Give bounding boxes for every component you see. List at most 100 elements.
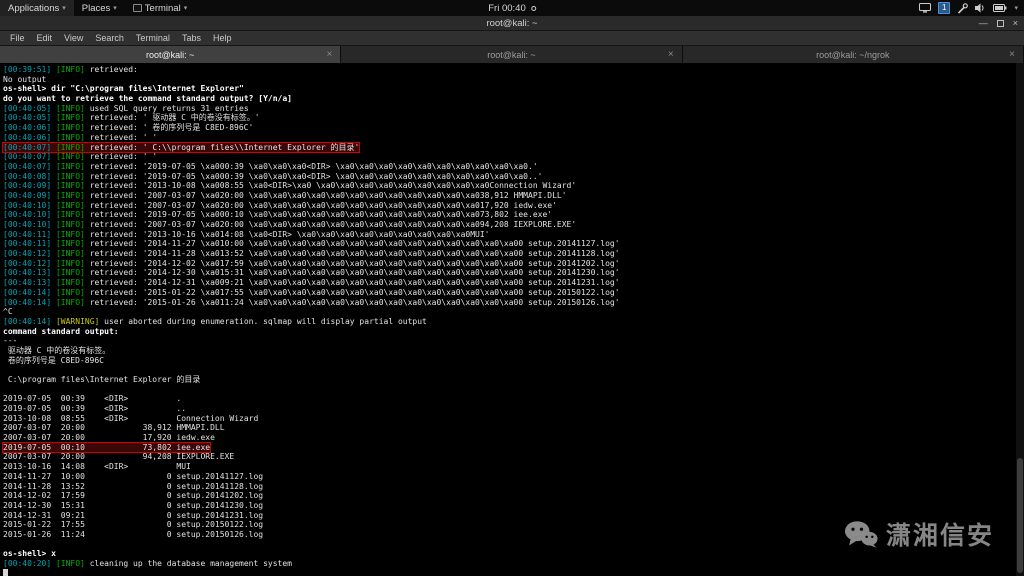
topbar-menu-label: Places [81,2,111,14]
menu-search[interactable]: Search [89,31,130,45]
terminal-tab-1[interactable]: root@kali: ~ × [0,46,342,63]
terminal-line: [00:40:20] [INFO] cleaning up the databa… [3,559,292,569]
terminal-line: 卷的序列号是 C8ED-896C [3,355,104,365]
terminal-line: [00:39:51] [INFO] retrieved: [3,65,138,74]
terminal-cursor [3,568,8,576]
watermark: 潇湘信安 [844,519,994,552]
maximize-button[interactable] [996,19,1004,27]
terminal-line: [00:40:14] [WARNING] user aborted during… [3,316,427,326]
tab-label: root@kali: ~/ngrok [816,49,890,60]
desktop: { "topbar": { "menus": ["Applications", … [0,0,1024,576]
terminal-line: [00:40:10] [INFO] retrieved: '2007-03-07… [3,220,577,229]
terminal-line: [00:40:09] [INFO] retrieved: '2013-10-08… [3,181,577,191]
tab-label: root@kali: ~ [145,49,195,60]
terminal-line: [00:40:14] [INFO] retrieved: '2015-01-26… [3,297,620,307]
terminal-line: 2014-12-02 17:59 0 setup.20141202.log [3,491,264,501]
terminal-line: [00:40:08] [INFO] retrieved: '2019-07-05… [3,171,543,181]
topbar-menu-places[interactable]: Places ▾ [74,0,125,16]
terminal-line: [00:40:12] [INFO] retrieved: '2014-12-02… [3,258,620,268]
scrollbar-thumb[interactable] [1017,458,1023,573]
menu-bar: File Edit View Search Terminal Tabs Help [0,31,1024,46]
window-controls: — × [979,16,1018,30]
terminal-line: [00:40:06] [INFO] retrieved: ' ' [3,132,158,142]
menu-view[interactable]: View [58,31,89,45]
system-tray[interactable]: 1 ▾ [919,0,1024,16]
topbar-menu-label: Terminal [144,2,181,14]
terminal-icon [132,4,142,12]
terminal-line: [00:40:12] [INFO] retrieved: '2014-11-28… [3,249,620,259]
terminal-line: command standard output: [3,326,119,336]
display-icon [919,3,932,13]
terminal-line: 2013-10-08 08:55 <DIR> Connection Wizard [3,413,259,423]
tab-bar: root@kali: ~ × root@kali: ~ × root@kali: ~/n… [0,46,1024,63]
terminal-line: [00:40:11] [INFO] retrieved: '2014-11-27… [3,239,620,249]
terminal-line: 2019-07-05 00:39 <DIR> .. [3,404,187,414]
chevron-down-icon: ▾ [113,5,117,12]
menu-terminal[interactable]: Terminal [130,31,176,45]
window-title: root@kali: ~ [486,17,538,29]
clock-label: Fri 00:40 [488,2,526,14]
window-titlebar[interactable]: root@kali: ~ — × [0,16,1024,31]
highlight-annotation: 2019-07-05 00:10 73,802 iee.exe [1,441,212,454]
terminal-line: ^C [3,307,13,317]
terminal-line: 2007-03-07 20:00 17,920 iedw.exe [3,433,215,443]
chevron-down-icon: ▾ [183,5,188,12]
terminal-line: [00:40:05] [INFO] retrieved: ' 驱动器 C 中的卷… [3,113,260,123]
terminal-line: 2013-10-16 14:08 <DIR> MUI [3,462,191,472]
terminal-line: [00:40:10] [INFO] retrieved: '2007-03-07… [3,200,557,210]
terminal-line: --- [3,336,18,346]
terminal-line: 2014-11-27 10:00 0 setup.20141127.log [3,471,264,481]
terminal-tab-2[interactable]: root@kali: ~ × [341,46,683,63]
chevron-down-icon: ▾ [1014,5,1018,12]
tab-close-icon[interactable]: × [1009,49,1015,60]
chevron-down-icon: ▾ [62,5,66,12]
minimize-button[interactable]: — [979,18,988,28]
terminal-line: [00:40:06] [INFO] retrieved: ' 卷的序列号是 C8… [3,123,254,133]
highlight-annotation: [00:40:07] [INFO] retrieved: ' C:\\progr… [1,141,361,154]
terminal-line: [00:40:14] [INFO] retrieved: '2015-01-22… [3,287,620,297]
terminal-line: 2007-03-07 20:00 38,912 HMMAPI.DLL [3,423,225,433]
terminal-line: [00:40:07] [INFO] retrieved: ' ' [3,152,158,162]
top-panel: Applications ▾ Places ▾ Terminal ▾ Fri 00:40 … [0,0,1024,16]
tab-label: root@kali: ~ [487,49,536,60]
close-button[interactable]: × [1013,18,1018,28]
terminal-line: 2014-12-30 15:31 0 setup.20141230.log [3,500,264,510]
terminal-line: [00:40:05] [INFO] used SQL query returns… [3,103,249,113]
menu-tabs[interactable]: Tabs [176,31,207,45]
menu-help[interactable]: Help [207,31,238,45]
terminal-line: [00:40:09] [INFO] retrieved: '2007-03-07… [3,190,567,200]
topbar-menus: Applications ▾ Places ▾ Terminal ▾ [0,0,195,16]
topbar-menu-terminal[interactable]: Terminal ▾ [125,0,195,16]
tab-close-icon[interactable]: × [326,49,332,60]
terminal-line: 驱动器 C 中的卷没有标签。 [3,345,111,355]
terminal-line: [00:40:13] [INFO] retrieved: '2014-12-30… [3,268,620,278]
terminal[interactable]: [00:39:51] [INFO] retrieved: No output os-… [0,63,1024,576]
terminal-line: do you want to retrieve the command stan… [3,94,292,104]
terminal-line: 2019-07-05 00:10 73,802 iee.exe [1,441,1024,454]
terminal-line: 2019-07-05 00:39 <DIR> . [3,394,182,404]
volume-icon [975,3,986,13]
terminal-line: No output [3,74,47,84]
topbar-menu-label: Applications [8,2,60,14]
terminal-output: [00:39:51] [INFO] retrieved: No output os-… [1,65,1024,576]
terminal-line: C:\program files\Internet Explorer 的目录 [3,374,201,384]
terminal-line: [00:40:07] [INFO] retrieved: ' C:\\progr… [1,141,1024,154]
terminal-line: 2014-11-28 13:52 0 setup.20141128.log [3,481,264,491]
terminal-line: [00:40:11] [INFO] retrieved: '2013-10-16… [3,229,490,239]
wechat-icon [844,519,878,552]
notification-dot-icon [530,5,536,11]
workspace-indicator[interactable]: 1 [938,2,951,14]
tab-close-icon[interactable]: × [668,49,674,60]
watermark-text: 潇湘信安 [885,520,994,550]
terminal-line [3,568,1024,576]
clock-area[interactable]: Fri 00:40 [488,0,536,16]
topbar-menu-applications[interactable]: Applications ▾ [0,0,74,16]
scrollbar[interactable] [1016,63,1024,576]
menu-edit[interactable]: Edit [31,31,59,45]
terminal-line: [00:40:13] [INFO] retrieved: '2014-12-31… [3,278,620,288]
terminal-tab-3[interactable]: root@kali: ~/ngrok × [682,46,1024,63]
terminal-line: [00:40:10] [INFO] retrieved: '2019-07-05… [3,210,553,220]
menu-file[interactable]: File [4,31,31,45]
